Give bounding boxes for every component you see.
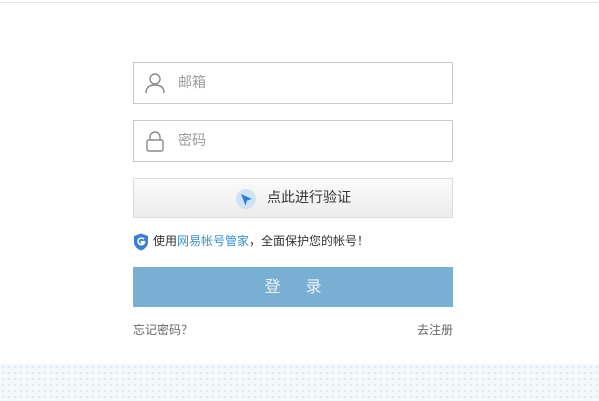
cursor-pointer-icon — [236, 189, 256, 209]
top-divider — [0, 2, 599, 3]
email-input[interactable] — [178, 63, 438, 103]
notice-text: 使用网易帐号管家，全面保护您的帐号！ — [153, 232, 369, 250]
notice-suffix: ，全面保护您的帐号！ — [249, 234, 370, 248]
password-field[interactable] — [133, 120, 453, 162]
login-button[interactable]: 登 录 — [133, 267, 453, 307]
shield-g-icon — [134, 233, 148, 251]
user-icon — [145, 73, 165, 94]
forgot-password-link[interactable]: 忘记密码？ — [133, 321, 193, 338]
lock-icon — [146, 131, 164, 152]
email-field[interactable] — [133, 62, 453, 104]
register-link[interactable]: 去注册 — [417, 321, 453, 338]
verify-label: 点此进行验证 — [267, 190, 351, 206]
account-manager-link[interactable]: 网易帐号管家 — [177, 234, 249, 248]
notice-prefix: 使用 — [153, 234, 178, 248]
footer-pattern — [0, 364, 599, 401]
captcha-verify-button[interactable]: 点此进行验证 — [133, 178, 453, 218]
password-input[interactable] — [178, 121, 438, 161]
